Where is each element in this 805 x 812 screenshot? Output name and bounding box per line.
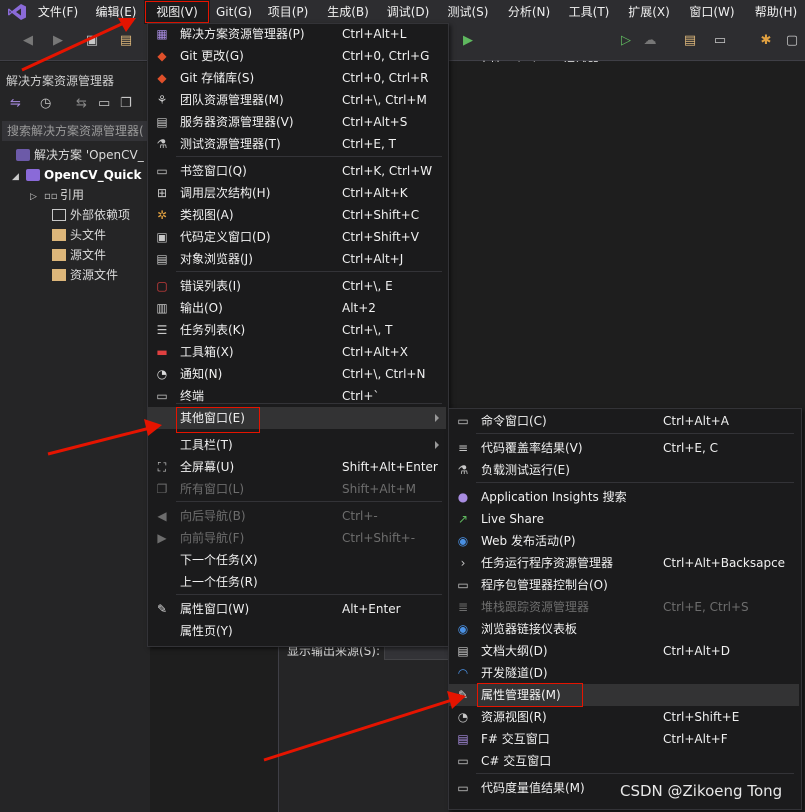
annotation-arrows: [21, 18, 466, 762]
arrow-to-view-menu: [21, 18, 136, 72]
arrow-to-other-windows: [47, 419, 162, 456]
watermark: CSDN @Zikoeng Tong: [620, 782, 783, 800]
arrow-to-property-manager: [263, 691, 466, 762]
